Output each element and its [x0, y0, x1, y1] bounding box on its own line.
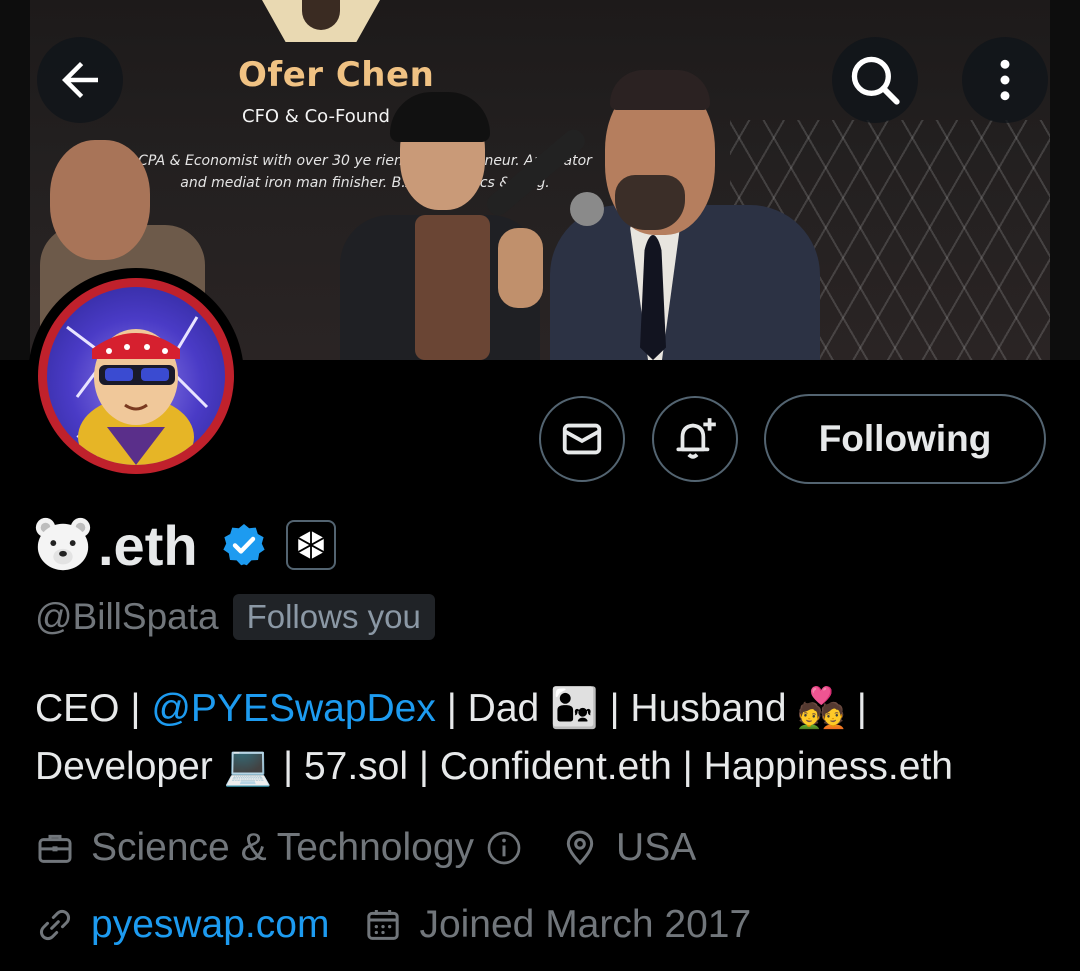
- profile-bio: CEO | @PYESwapDex | Dad 👨‍👧 | Husband 💑 …: [35, 680, 1055, 796]
- person-middle-hair: [390, 92, 490, 142]
- back-arrow-icon: [62, 62, 98, 98]
- briefcase-icon: [38, 834, 72, 863]
- affiliate-badge-icon[interactable]: [285, 520, 336, 570]
- person-right-hair: [610, 70, 710, 110]
- banner-left-edge: [0, 0, 30, 360]
- hand-holding-mic: [498, 228, 543, 308]
- polar-bear-emoji: [35, 517, 91, 571]
- joined-item: Joined March 2017: [363, 903, 751, 947]
- avatar-cartoon-illustration: [66, 316, 209, 465]
- website-item[interactable]: pyeswap.com: [35, 903, 329, 947]
- person-left-head: [50, 140, 150, 260]
- category-item[interactable]: Science & Technology: [35, 826, 524, 870]
- follows-you-badge: Follows you: [232, 594, 435, 640]
- user-handle: @BillSpata: [35, 596, 219, 637]
- notifications-button[interactable]: [652, 396, 738, 482]
- search-icon: [851, 56, 900, 105]
- avatar-image: [47, 287, 225, 465]
- location-pin-icon: [566, 830, 594, 866]
- display-name: .eth: [98, 513, 198, 577]
- message-button[interactable]: [539, 396, 625, 482]
- link-icon: [40, 910, 70, 940]
- bell-plus-icon: [676, 418, 716, 459]
- display-name-row: .eth: [32, 510, 336, 580]
- avatar-ring: [38, 278, 234, 474]
- bio-text: | Dad 👨‍👧 | Husband 💑 |: [435, 687, 867, 730]
- microphone-head: [570, 192, 604, 226]
- more-vertical-icon: [1000, 59, 1010, 101]
- following-button[interactable]: Following: [764, 394, 1046, 484]
- location-label: USA: [616, 826, 697, 869]
- bio-text: CEO |: [35, 687, 152, 730]
- poster-subtitle: CFO & Co-Found: [242, 106, 390, 127]
- person-right-beard: [615, 175, 685, 230]
- website-link[interactable]: pyeswap.com: [91, 903, 329, 947]
- search-button[interactable]: [832, 37, 918, 123]
- joined-date: Joined March 2017: [419, 903, 752, 946]
- person-middle-scarf: [415, 215, 490, 360]
- location-item: USA: [560, 826, 696, 870]
- poster-title: Ofer Chen: [238, 55, 435, 95]
- category-label: Science & Technology: [91, 826, 475, 869]
- profile-avatar[interactable]: [28, 268, 244, 484]
- back-button[interactable]: [37, 37, 123, 123]
- calendar-icon: [367, 910, 400, 940]
- bio-text: Developer 💻 | 57.sol | Confident.eth | H…: [35, 745, 953, 788]
- bio-mention-link[interactable]: @PYESwapDex: [151, 687, 436, 730]
- handle-row: @BillSpata Follows you: [35, 594, 435, 640]
- mail-icon: [562, 423, 602, 455]
- profile-meta-row: Science & Technology USA: [35, 826, 696, 870]
- hexagon-logo-icon: [297, 530, 324, 560]
- more-options-button[interactable]: [962, 37, 1048, 123]
- poster-portrait-graphic: [262, 0, 380, 42]
- info-icon[interactable]: [484, 828, 524, 868]
- verified-badge-icon[interactable]: [220, 521, 268, 569]
- profile-meta-row: pyeswap.com Joined March 2017: [35, 903, 751, 947]
- banner-right-edge: [1050, 0, 1080, 360]
